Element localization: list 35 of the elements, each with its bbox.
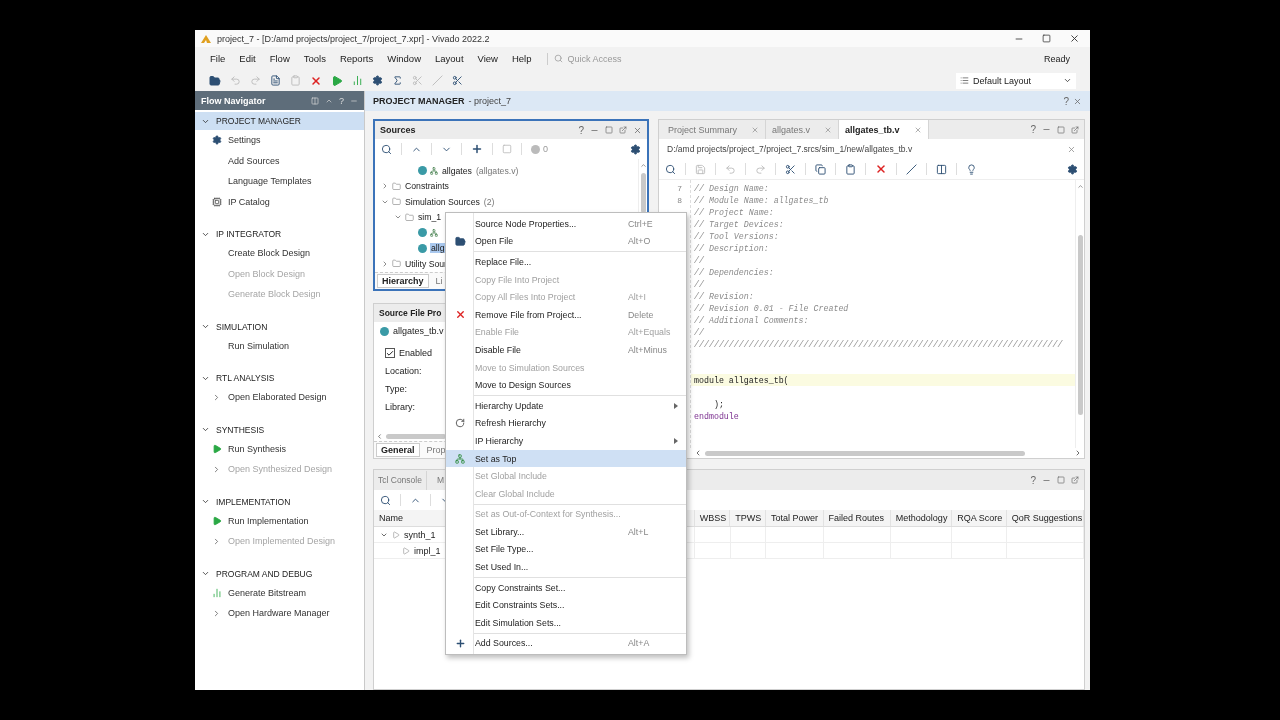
line-number: 7 bbox=[676, 182, 683, 194]
panel-title: Source File Pro bbox=[379, 308, 442, 318]
code-line: module allgates_tb( bbox=[694, 375, 789, 385]
code-line: // bbox=[694, 279, 704, 289]
code-line: // Module Name: allgates_tb bbox=[694, 195, 829, 205]
page-title: PROJECT MANAGER bbox=[373, 96, 465, 106]
line-number: 8 bbox=[676, 194, 683, 206]
count-label: 0 bbox=[543, 144, 548, 154]
panel-title: Sources bbox=[380, 125, 416, 135]
field-label: Location: bbox=[384, 366, 422, 376]
field-label: Type: bbox=[384, 384, 407, 394]
checkbox-label: Enabled bbox=[399, 348, 433, 358]
project-name: - project_7 bbox=[468, 96, 512, 106]
code-line: endmodule bbox=[694, 411, 739, 421]
code-line: // bbox=[694, 255, 704, 265]
code-line: // Description: bbox=[694, 243, 769, 253]
code-line: // Tool Versions: bbox=[694, 231, 779, 241]
code-line: // Dependencies: bbox=[694, 267, 774, 277]
status-text: Ready bbox=[1044, 53, 1071, 64]
file-path: D:/amd projects/project_7/project_7.srcs/sim_1/new/allgates_tb.v bbox=[667, 144, 913, 154]
tree-item-detail: (2) bbox=[483, 196, 495, 207]
code-line: ); bbox=[712, 399, 724, 409]
code-line: // Additional Comments: bbox=[694, 315, 809, 325]
file-name: allgates_tb.v bbox=[393, 326, 444, 336]
code-line: // Revision: bbox=[694, 291, 754, 301]
code-line: // bbox=[694, 327, 704, 337]
tree-item-detail: (allgates.v) bbox=[475, 165, 519, 176]
code-line: // Revision 0.01 - File Created bbox=[694, 303, 849, 313]
panel-title: Flow Navigator bbox=[201, 95, 266, 106]
window-title: project_7 - [D:/amd projects/project_7/project_7.xpr] - Vivado 2022.2 bbox=[217, 33, 490, 44]
code-line: ////////////////////////////////////////////////////////////////////////// bbox=[694, 339, 1063, 349]
field-label: Library: bbox=[384, 402, 415, 412]
code-line: // Project Name: bbox=[694, 207, 774, 217]
code-line: // Design Name: bbox=[694, 183, 769, 193]
code-line: // Target Devices: bbox=[694, 219, 784, 229]
